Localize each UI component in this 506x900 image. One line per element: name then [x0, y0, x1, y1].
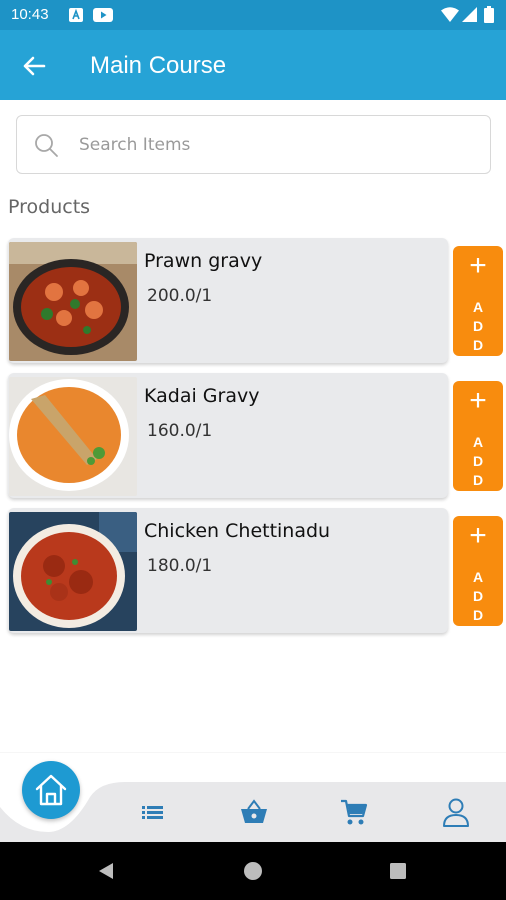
product-image: [9, 242, 137, 361]
search-box[interactable]: [16, 115, 491, 174]
nav-profile[interactable]: [440, 796, 472, 828]
signal-icon: [462, 7, 477, 22]
status-bar: 10:43: [0, 0, 506, 30]
product-price: 180.0/1: [147, 556, 213, 576]
plus-icon: +: [469, 519, 487, 552]
search-input[interactable]: [79, 130, 469, 160]
add-label: A D D: [472, 299, 484, 353]
wifi-icon: [441, 7, 459, 22]
notification-a-icon: [69, 8, 83, 22]
search-icon: [35, 134, 58, 157]
page-title: Main Course: [90, 52, 227, 79]
back-button[interactable]: [16, 48, 52, 84]
plus-icon: +: [469, 249, 487, 282]
app-bar: Main Course: [0, 30, 506, 100]
nav-list[interactable]: [137, 796, 169, 828]
add-label: A D D: [472, 434, 484, 488]
add-button[interactable]: + A D D: [453, 381, 503, 491]
recents-square-icon[interactable]: [389, 862, 407, 880]
product-card[interactable]: Kadai Gravy 160.0/1: [8, 373, 448, 498]
product-image: [9, 377, 137, 496]
nav-basket[interactable]: [238, 796, 270, 828]
battery-icon: [484, 6, 494, 23]
basket-icon: [241, 799, 267, 823]
product-name: Kadai Gravy: [144, 385, 260, 407]
add-button[interactable]: + A D D: [453, 246, 503, 356]
back-triangle-icon[interactable]: [96, 861, 116, 881]
system-nav-bar: [0, 842, 506, 900]
nav-cart[interactable]: [338, 796, 370, 828]
add-label: A D D: [472, 569, 484, 623]
profile-icon: [443, 798, 469, 827]
product-price: 200.0/1: [147, 286, 213, 306]
plus-icon: +: [469, 384, 487, 417]
product-name: Chicken Chettinadu: [144, 520, 331, 542]
product-image: [9, 512, 137, 631]
product-card[interactable]: Prawn gravy 200.0/1: [8, 238, 448, 363]
arrow-left-icon: [23, 56, 46, 76]
product-price: 160.0/1: [147, 421, 213, 441]
product-name: Prawn gravy: [144, 250, 263, 272]
status-time: 10:43: [11, 6, 49, 23]
nav-home[interactable]: [22, 761, 80, 819]
add-button[interactable]: + A D D: [453, 516, 503, 626]
home-icon: [35, 774, 67, 806]
bottom-nav: [0, 752, 506, 842]
product-card[interactable]: Chicken Chettinadu 180.0/1: [8, 508, 448, 633]
youtube-icon: [93, 8, 113, 22]
list-icon: [142, 806, 163, 819]
cart-icon: [341, 799, 368, 825]
section-label: Products: [8, 196, 91, 218]
home-circle-icon[interactable]: [243, 861, 263, 881]
